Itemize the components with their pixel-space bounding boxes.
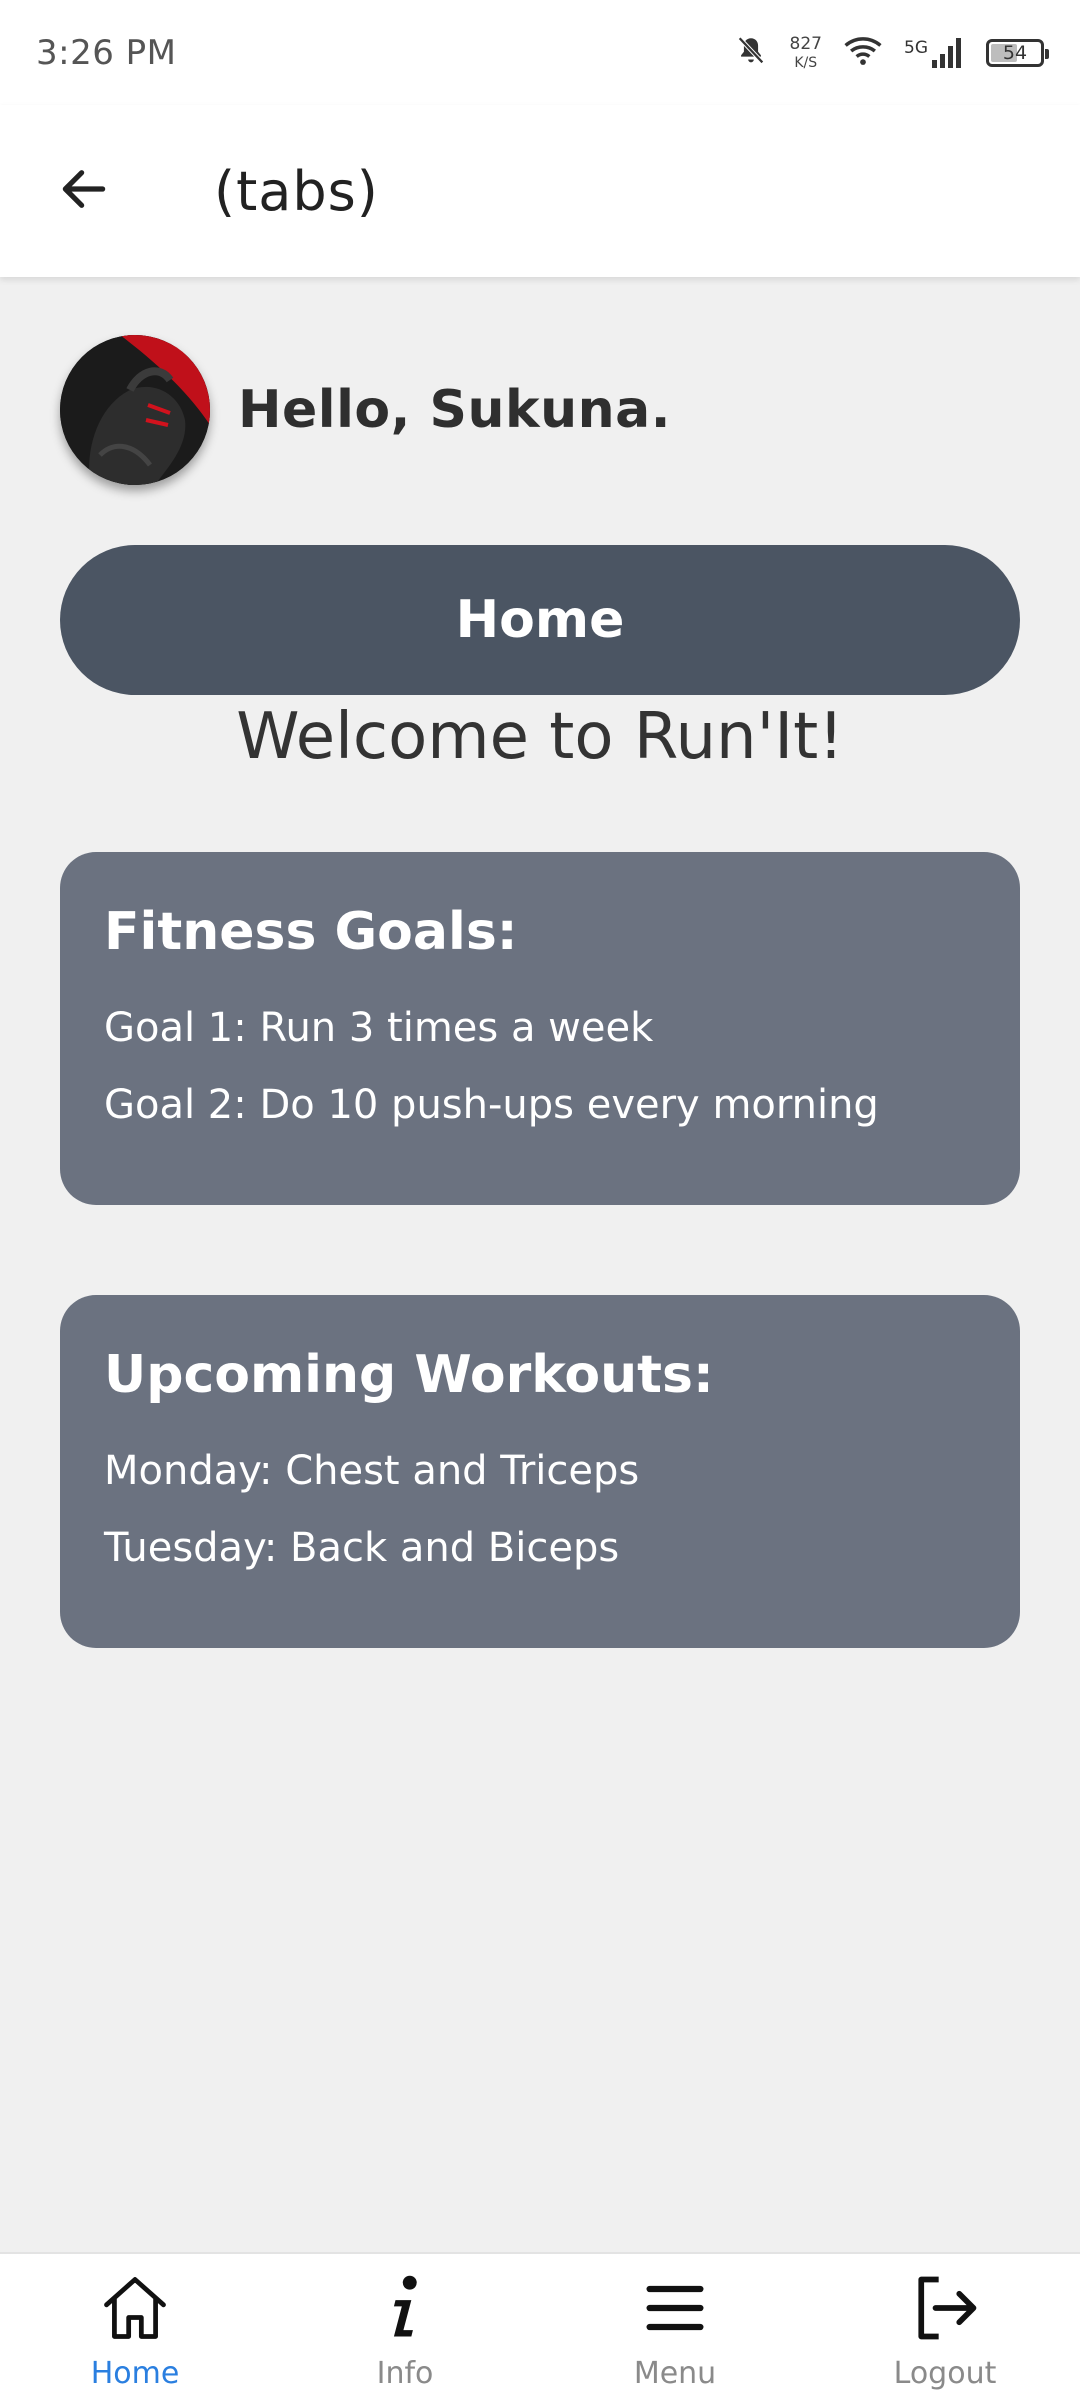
signal-icon: 5G xyxy=(904,37,964,68)
nav-item-home[interactable]: Home xyxy=(0,2254,270,2400)
page-title: (tabs) xyxy=(214,159,379,223)
bottom-nav: Home Info Menu Logout xyxy=(0,2252,1080,2400)
net-speed: 827 K/S xyxy=(789,33,822,71)
nav-label-logout: Logout xyxy=(893,2356,997,2391)
arrow-left-icon xyxy=(56,161,112,221)
greeting-text: Hello, Sukuna. xyxy=(238,380,671,440)
status-time: 3:26 PM xyxy=(36,32,177,73)
nav-item-menu[interactable]: Menu xyxy=(540,2254,810,2400)
workout-item: Tuesday: Back and Biceps xyxy=(104,1525,620,1571)
fitness-goals-title: Fitness Goals: xyxy=(104,902,518,962)
battery-icon: 54 xyxy=(986,38,1049,67)
workout-item: Monday: Chest and Triceps xyxy=(104,1448,640,1494)
home-icon xyxy=(95,2268,175,2348)
network-type: 5G xyxy=(904,37,928,58)
status-bar: 3:26 PM 827 K/S 5G 54 xyxy=(0,0,1080,105)
home-button[interactable]: Home xyxy=(60,545,1020,695)
upcoming-workouts-card: Upcoming Workouts: Monday: Chest and Tri… xyxy=(60,1295,1020,1648)
net-speed-unit: K/S xyxy=(794,54,818,71)
logout-icon xyxy=(905,2268,985,2348)
greeting: Hello, Sukuna. xyxy=(60,335,671,485)
nav-label-menu: Menu xyxy=(633,2356,717,2391)
info-icon xyxy=(365,2268,445,2348)
bell-muted-icon xyxy=(734,34,768,72)
nav-item-info[interactable]: Info xyxy=(270,2254,540,2400)
back-button[interactable] xyxy=(34,141,134,241)
screen: 3:26 PM 827 K/S 5G 54 (tabs) Hello, Suku… xyxy=(0,0,1080,2400)
menu-icon xyxy=(635,2268,715,2348)
welcome-text: Welcome to Run'It! xyxy=(236,700,844,774)
net-speed-value: 827 xyxy=(789,33,822,54)
goal-item: Goal 1: Run 3 times a week xyxy=(104,1005,654,1051)
app-header: (tabs) xyxy=(0,105,1080,277)
status-icons: 827 K/S 5G 54 xyxy=(734,33,1049,72)
nav-label-info: Info xyxy=(376,2356,434,2391)
wifi-icon xyxy=(844,35,882,71)
goal-item: Goal 2: Do 10 push-ups every morning xyxy=(104,1082,879,1128)
upcoming-workouts-title: Upcoming Workouts: xyxy=(104,1345,714,1405)
battery-level: 54 xyxy=(1002,41,1028,64)
nav-label-home: Home xyxy=(90,2356,180,2391)
nav-item-logout[interactable]: Logout xyxy=(810,2254,1080,2400)
fitness-goals-card: Fitness Goals: Goal 1: Run 3 times a wee… xyxy=(60,852,1020,1205)
avatar xyxy=(60,335,210,485)
